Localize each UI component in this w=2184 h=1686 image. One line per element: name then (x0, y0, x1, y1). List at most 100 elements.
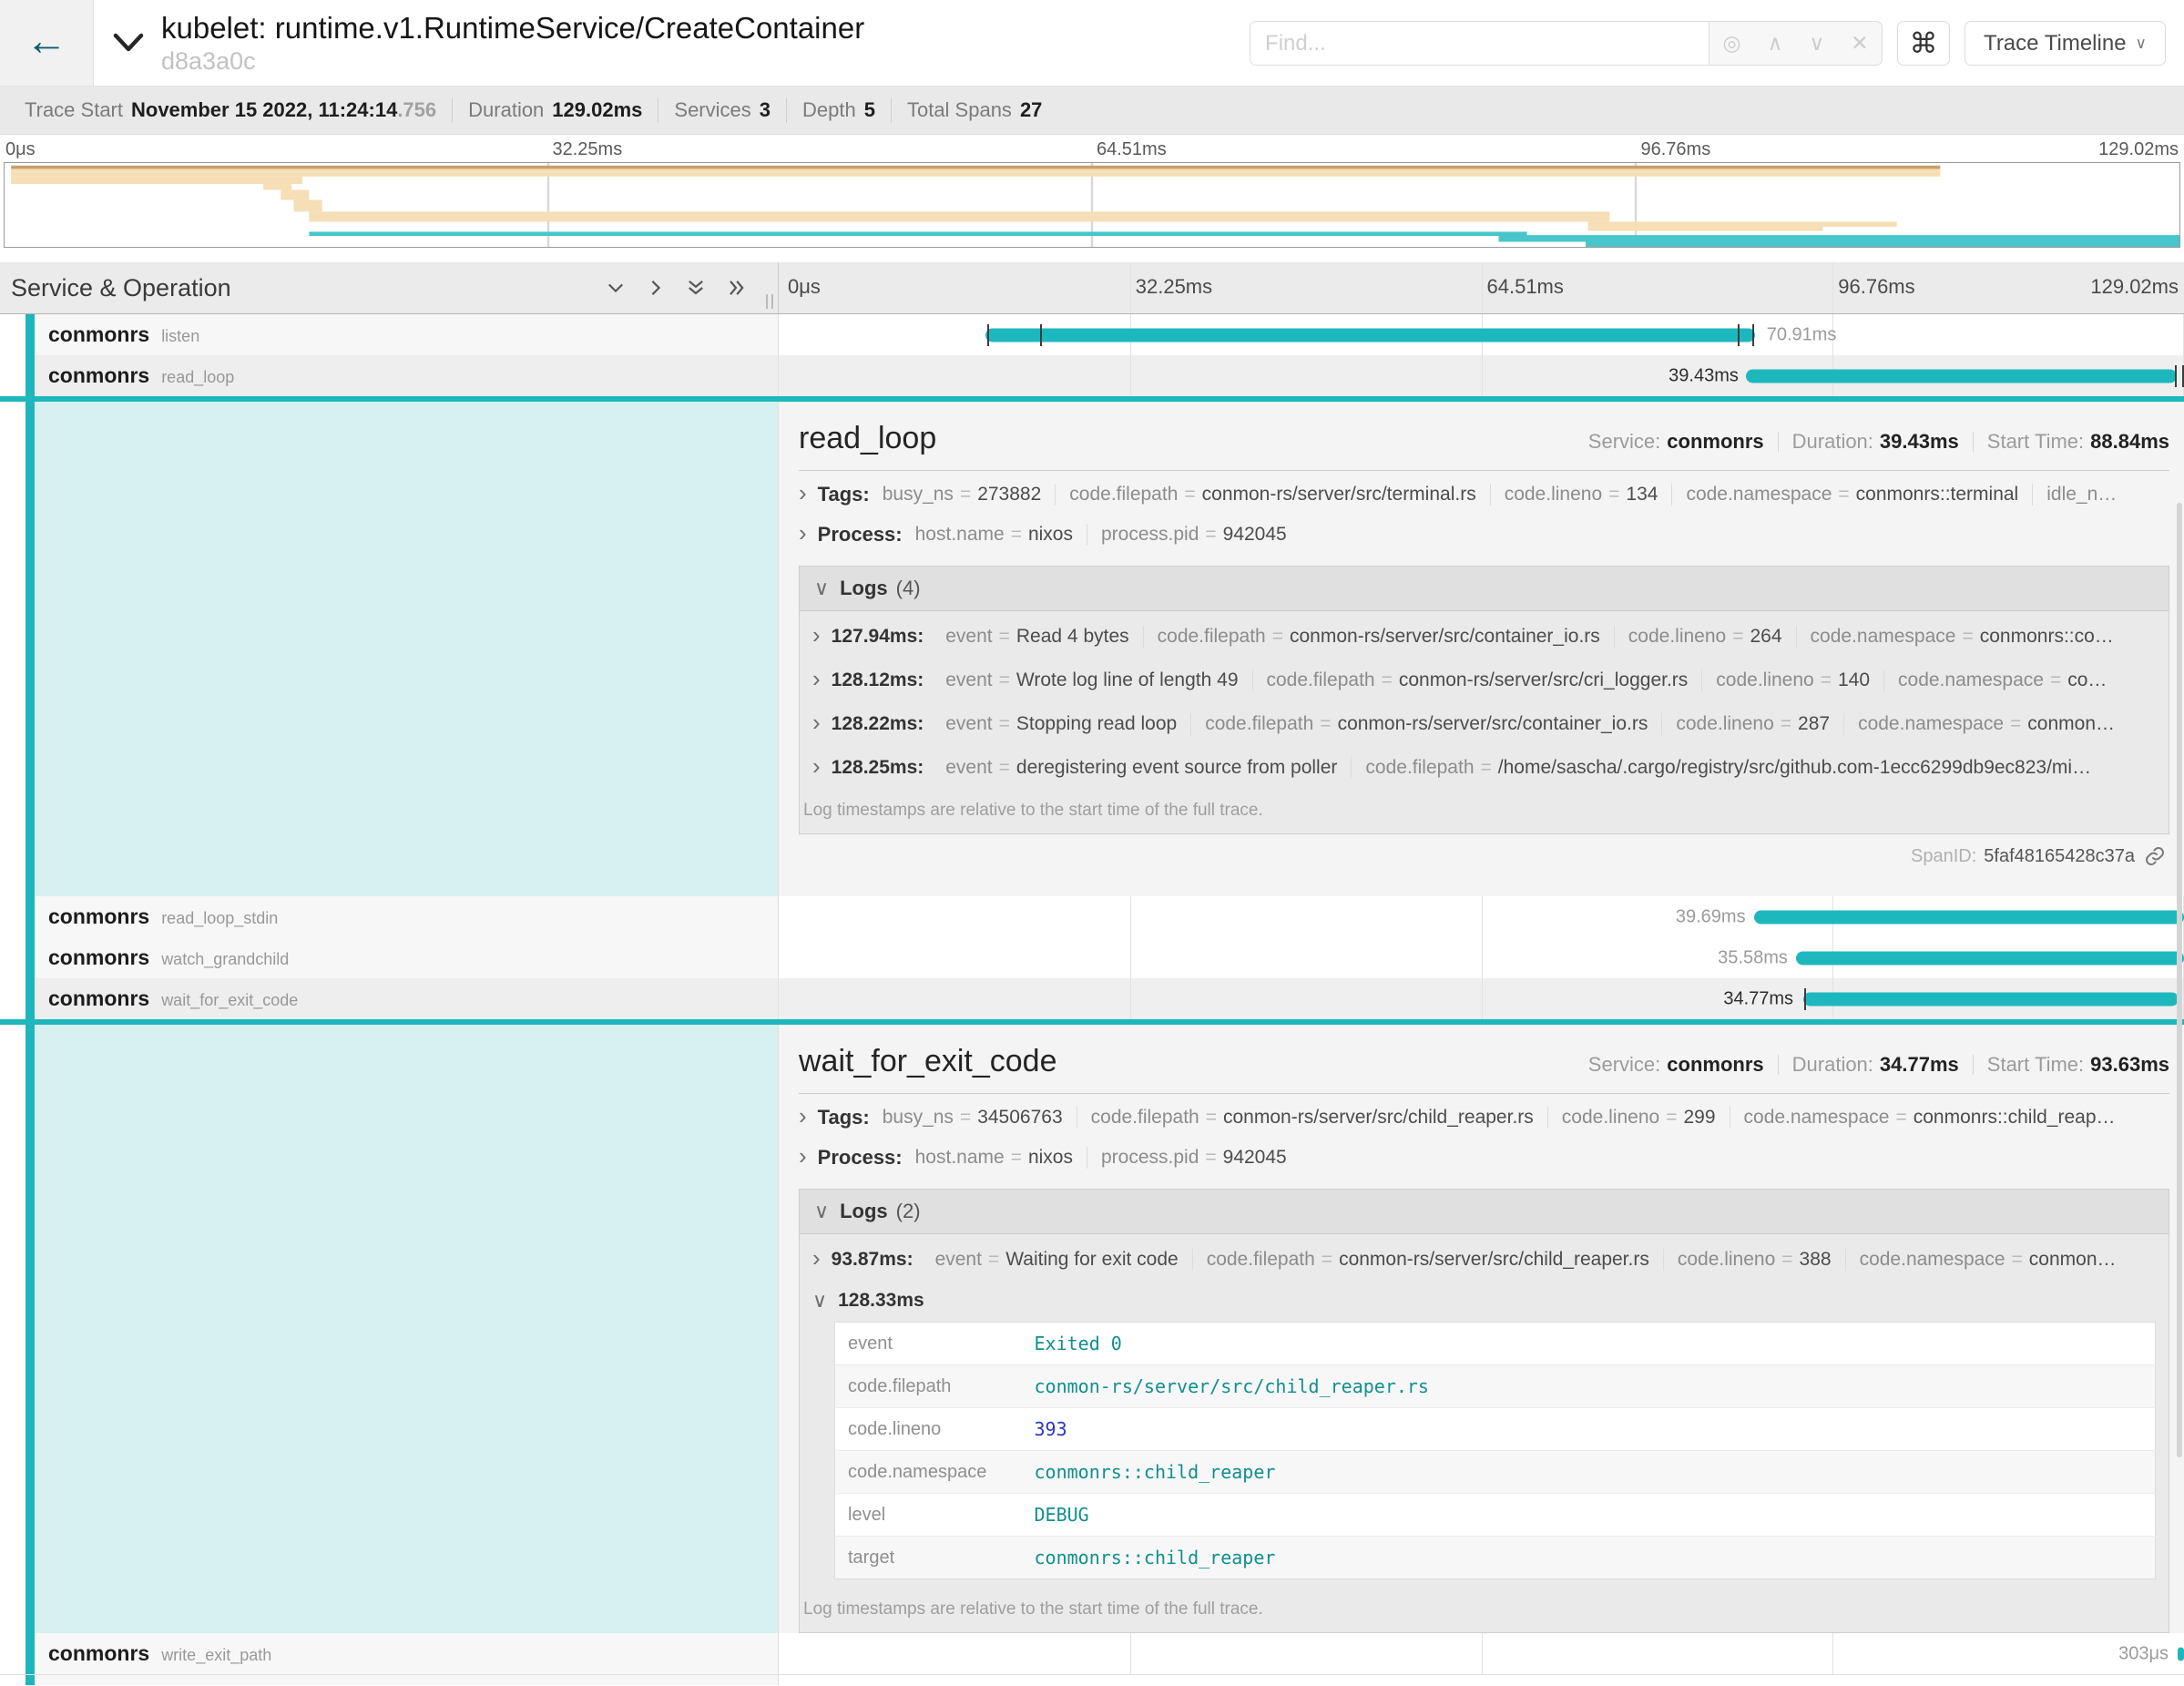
trace-title-collapse-toggle[interactable] (112, 32, 145, 54)
logs-count: (2) (896, 1200, 921, 1223)
divider (1973, 432, 1974, 452)
span-bar[interactable] (1796, 951, 2184, 965)
operation-name: read_loop_stdin (161, 909, 278, 928)
log-field-row: targetconmonrs::child_reaper (835, 1537, 2156, 1579)
chevron-right-icon: › (799, 1104, 807, 1128)
log-field-row: levelDEBUG (835, 1494, 2156, 1537)
span-name-body: conmonrs wait_for_exit_code (35, 978, 778, 1019)
collapse-all-icon[interactable] (685, 277, 707, 299)
span-timeline-cell[interactable]: 303μs (779, 1633, 2184, 1674)
view-selector-button[interactable]: Trace Timeline ∨ (1965, 21, 2166, 66)
key-value-pair: idle_n… (2032, 484, 2130, 506)
key-value-pair: code.namespace=conmonrs::co… (1796, 626, 2128, 648)
span-timeline-cell[interactable]: 34.77ms (779, 978, 2184, 1019)
span-bar[interactable] (1754, 910, 2184, 924)
chevron-right-icon: › (799, 481, 807, 505)
indent-gutter (0, 355, 26, 396)
trace-title-block: kubelet: runtime.v1.RuntimeService/Creat… (161, 10, 864, 77)
minimap-span-bar (11, 166, 1940, 169)
span-timeline-cell[interactable]: 70.91ms (779, 314, 2184, 355)
minimap-tick: 129.02ms (2098, 139, 2179, 160)
log-entry[interactable]: ›128.12ms:event=Wrote log line of length… (812, 659, 2156, 702)
back-button[interactable]: ← (0, 0, 94, 86)
service-label: Service: (1588, 430, 1660, 454)
start-time-value: 88.84ms (2090, 430, 2169, 454)
column-resizer-handle[interactable] (766, 294, 773, 309)
locate-icon[interactable]: ◎ (1723, 33, 1741, 54)
span-bar[interactable] (1803, 992, 2179, 1006)
key-value-pair: event=Waiting for exit code (926, 1249, 1192, 1271)
span-duration-label: 34.77ms (1723, 988, 1793, 1009)
span-bar[interactable] (1746, 369, 2176, 383)
expand-one-icon[interactable] (645, 277, 667, 299)
span-name-cell[interactable]: conmonrs watch_grandchild (0, 937, 779, 978)
process-row[interactable]: › Process: host.name=nixosprocess.pid=94… (799, 515, 2169, 555)
span-bar[interactable] (2178, 1647, 2184, 1660)
span-name-cell[interactable]: conmonrs read_loop (0, 355, 779, 396)
log-entry[interactable]: ›128.22ms:event=Stopping read loopcode.f… (812, 702, 2156, 746)
timeline-tick: 96.76ms (1838, 275, 1914, 299)
next-match-icon[interactable]: ∨ (1809, 33, 1824, 54)
partial-next-row (0, 1674, 2184, 1685)
scrollbar-thumb[interactable] (2177, 503, 2182, 1457)
key-value-pair: code.lineno=299 (1547, 1107, 1730, 1129)
expanded-log-header[interactable]: ∨ 128.33ms (812, 1282, 2156, 1320)
detail-meta: Service:conmonrs Duration:34.77ms Start … (1588, 1053, 2169, 1077)
indent-gutter (0, 314, 26, 355)
span-name-cell[interactable]: conmonrs read_loop_stdin (0, 896, 779, 937)
process-row[interactable]: › Process: host.name=nixosprocess.pid=94… (799, 1138, 2169, 1178)
key-value-pair: code.filepath=conmon-rs/server/src/termi… (1055, 484, 1489, 506)
span-bar[interactable] (985, 328, 1756, 342)
chevron-down-icon: ∨ (814, 578, 829, 598)
span-name-cell[interactable]: conmonrs write_exit_path (0, 1633, 779, 1674)
key-value-pair: code.namespace=co… (1883, 669, 2120, 691)
timeline-tick: 32.25ms (1136, 275, 1212, 299)
service-operation-header: Service & Operation (0, 262, 779, 313)
log-fields-table: eventExited 0code.filepathconmon-rs/serv… (834, 1322, 2156, 1579)
span-timeline-cell[interactable]: 39.43ms (779, 355, 2184, 396)
deep-link-icon[interactable] (2144, 845, 2166, 867)
log-entry[interactable]: ›128.25ms:event=deregistering event sour… (812, 746, 2156, 790)
span-color-tab (26, 937, 35, 978)
keyboard-shortcuts-button[interactable]: ⌘ (1897, 21, 1950, 66)
span-name-cell (0, 1675, 779, 1685)
chevron-right-icon: › (812, 623, 821, 647)
span-name-body (35, 1675, 778, 1685)
gridline (1832, 1633, 1833, 1674)
span-name-cell[interactable]: conmonrs wait_for_exit_code (0, 978, 779, 1019)
key-value-pair: code.namespace=conmonrs::terminal (1671, 484, 2032, 506)
span-timeline-cell[interactable]: 39.69ms (779, 896, 2184, 937)
tags-list: busy_ns=34506763code.filepath=conmon-rs/… (873, 1107, 2129, 1129)
trace-duration: Duration 129.02ms (453, 98, 658, 123)
clear-search-icon[interactable]: ✕ (1851, 33, 1868, 54)
detail-left-pane (0, 402, 779, 896)
tags-row[interactable]: › Tags: busy_ns=34506763code.filepath=co… (799, 1098, 2169, 1138)
span-name-cell[interactable]: conmonrs listen (0, 314, 779, 355)
duration-label: Duration: (1792, 1053, 1873, 1077)
logs-header[interactable]: ∨ Logs (4) (800, 567, 2169, 611)
start-time-label: Start Time: (1987, 430, 2084, 454)
expand-all-icon[interactable] (725, 277, 747, 299)
span-duration-label: 303μs (2118, 1643, 2169, 1664)
log-timestamp: 128.33ms (838, 1290, 924, 1312)
span-timeline-cell[interactable]: 35.58ms (779, 937, 2184, 978)
logs-header[interactable]: ∨ Logs (2) (800, 1190, 2169, 1234)
tags-row[interactable]: › Tags: busy_ns=273882code.filepath=conm… (799, 475, 2169, 515)
spanid-label: SpanID: (1911, 846, 1976, 867)
duration-value: 39.43ms (1880, 430, 1959, 454)
minimap-span-bar (309, 211, 1609, 221)
operation-name: listen (161, 327, 199, 346)
view-selector-label: Trace Timeline (1984, 31, 2127, 56)
find-input[interactable] (1250, 21, 1709, 66)
prev-match-icon[interactable]: ∧ (1768, 33, 1783, 54)
log-entry[interactable]: ›93.87ms:event=Waiting for exit codecode… (812, 1238, 2156, 1282)
service-name: conmonrs (48, 363, 149, 388)
log-entry[interactable]: ›127.94ms:event=Read 4 bytescode.filepat… (812, 615, 2156, 659)
collapse-one-icon[interactable] (605, 277, 627, 299)
span-color-tab (26, 978, 35, 1019)
key-value-pair: code.namespace=conmonrs::child_reap… (1730, 1107, 2129, 1129)
operation-name: wait_for_exit_code (161, 991, 298, 1010)
minimap-canvas[interactable] (4, 162, 2180, 248)
logs-note: Log timestamps are relative to the start… (800, 1590, 2169, 1632)
divider (1973, 1055, 1974, 1075)
